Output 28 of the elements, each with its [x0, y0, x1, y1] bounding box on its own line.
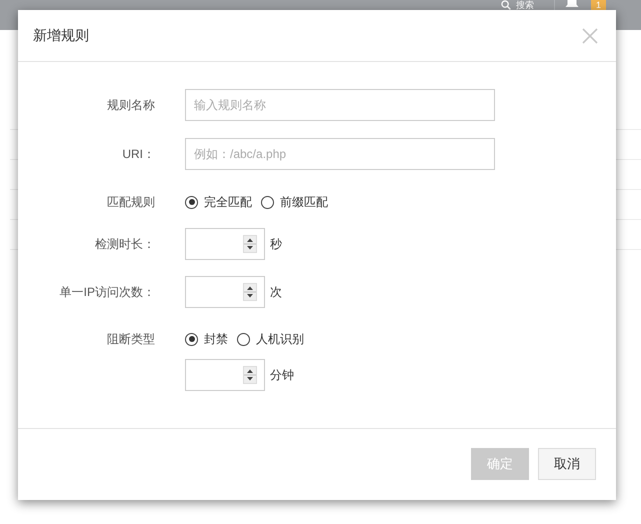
field-label: 检测时长： [95, 237, 155, 251]
radio-option[interactable]: 人机识别 [237, 330, 304, 348]
unit-label: 分钟 [270, 366, 294, 384]
stepper-icon[interactable] [243, 235, 257, 253]
field-label: 匹配规则 [107, 195, 155, 209]
field-label: URI： [122, 147, 155, 161]
radio-option[interactable]: 封禁 [185, 330, 228, 348]
number-input[interactable] [185, 276, 265, 308]
cancel-button[interactable]: 取消 [538, 448, 596, 480]
dialog-title: 新增规则 [33, 26, 89, 44]
radio-option[interactable]: 完全匹配 [185, 194, 252, 210]
number-input[interactable] [185, 228, 265, 260]
field-label: 单一IP访问次数： [60, 285, 155, 299]
text-input[interactable]: 输入规则名称 [185, 89, 495, 121]
field-label: 规则名称 [107, 98, 155, 112]
number-input[interactable] [185, 359, 265, 391]
radio-option[interactable]: 前缀匹配 [261, 194, 328, 210]
unit-label: 次 [270, 284, 282, 300]
text-input[interactable]: 例如：/abc/a.php [185, 138, 495, 170]
radio-icon[interactable] [261, 196, 274, 208]
radio-icon[interactable] [237, 332, 250, 346]
stepper-icon[interactable] [243, 283, 257, 301]
stepper-icon[interactable] [243, 366, 257, 384]
radio-icon[interactable] [185, 332, 198, 346]
field-label: 阻断类型 [107, 332, 155, 346]
radio-icon[interactable] [185, 196, 198, 208]
unit-label: 秒 [270, 236, 282, 252]
notification-badge: 1 [591, 0, 606, 10]
